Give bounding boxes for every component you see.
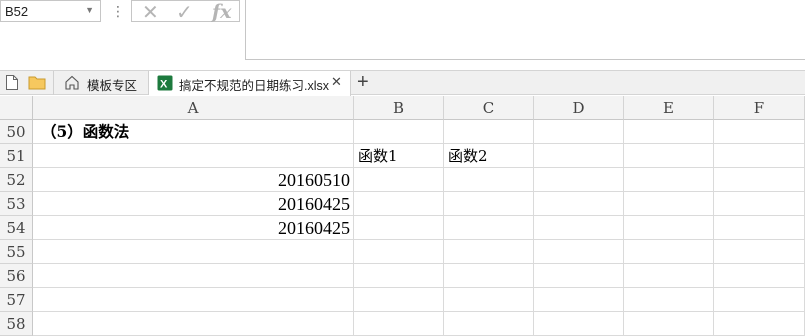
cell-e57[interactable] [624, 288, 714, 312]
formula-input[interactable] [245, 0, 805, 60]
cell-a54[interactable]: 20160425 [33, 216, 354, 240]
cell-d51[interactable] [534, 144, 624, 168]
row-header[interactable]: 54 [0, 216, 33, 240]
home-icon [65, 75, 79, 90]
select-all-corner[interactable] [0, 96, 33, 120]
cell-d50[interactable] [534, 120, 624, 144]
cell-e53[interactable] [624, 192, 714, 216]
row-header[interactable]: 57 [0, 288, 33, 312]
cell-f54[interactable] [714, 216, 805, 240]
column-header-a[interactable]: A [33, 96, 354, 120]
cell-b56[interactable] [354, 264, 444, 288]
row-header[interactable]: 51 [0, 144, 33, 168]
cell-e56[interactable] [624, 264, 714, 288]
tab-template-label: 模板专区 [87, 79, 138, 93]
cell-d54[interactable] [534, 216, 624, 240]
cell-d56[interactable] [534, 264, 624, 288]
cell-f50[interactable] [714, 120, 805, 144]
row-header[interactable]: 58 [0, 312, 33, 336]
formula-bar: B52 ▼ ⋮ ✕ ✓ fx [0, 0, 805, 64]
more-options-icon[interactable]: ⋮ [111, 2, 125, 20]
cancel-icon[interactable]: ✕ [142, 0, 159, 25]
cell-b54[interactable] [354, 216, 444, 240]
new-tab-icon[interactable]: + [357, 71, 369, 94]
name-box-dropdown-icon[interactable]: ▼ [85, 5, 94, 15]
column-header-b[interactable]: B [354, 96, 444, 120]
row-header[interactable]: 55 [0, 240, 33, 264]
tab-file-label: 搞定不规范的日期练习.xlsx [179, 79, 330, 93]
cell-c58[interactable] [444, 312, 534, 336]
cell-f58[interactable] [714, 312, 805, 336]
cell-b52[interactable] [354, 168, 444, 192]
cell-c56[interactable] [444, 264, 534, 288]
cell-c51[interactable]: 函数2 [444, 144, 534, 168]
cell-d57[interactable] [534, 288, 624, 312]
cell-c50[interactable] [444, 120, 534, 144]
cell-a53[interactable]: 20160425 [33, 192, 354, 216]
tab-active-workbook[interactable]: X 搞定不规范的日期练习.xlsx ✕ [149, 71, 351, 96]
cell-e51[interactable] [624, 144, 714, 168]
cell-f55[interactable] [714, 240, 805, 264]
cell-c57[interactable] [444, 288, 534, 312]
row-header[interactable]: 52 [0, 168, 33, 192]
cell-d53[interactable] [534, 192, 624, 216]
cell-c52[interactable] [444, 168, 534, 192]
column-header-c[interactable]: C [444, 96, 534, 120]
cell-d58[interactable] [534, 312, 624, 336]
cell-a55[interactable] [33, 240, 354, 264]
cell-f51[interactable] [714, 144, 805, 168]
cell-c53[interactable] [444, 192, 534, 216]
cell-a50[interactable]: （5）函数法 [33, 120, 354, 144]
cell-f57[interactable] [714, 288, 805, 312]
workbook-tab-bar: 模板专区 X 搞定不规范的日期练习.xlsx ✕ + [0, 70, 805, 96]
cell-b53[interactable] [354, 192, 444, 216]
cell-d52[interactable] [534, 168, 624, 192]
column-header-f[interactable]: F [714, 96, 805, 120]
cell-b51[interactable]: 函数1 [354, 144, 444, 168]
cell-e52[interactable] [624, 168, 714, 192]
cell-a57[interactable] [33, 288, 354, 312]
cell-f52[interactable] [714, 168, 805, 192]
cell-a52[interactable]: 20160510 [33, 168, 354, 192]
cell-f53[interactable] [714, 192, 805, 216]
cell-a56[interactable] [33, 264, 354, 288]
row-header[interactable]: 53 [0, 192, 33, 216]
new-document-icon[interactable] [5, 74, 19, 91]
row-header[interactable]: 50 [0, 120, 33, 144]
close-tab-icon[interactable]: ✕ [331, 74, 342, 90]
cell-c54[interactable] [444, 216, 534, 240]
cell-c55[interactable] [444, 240, 534, 264]
cell-d55[interactable] [534, 240, 624, 264]
name-box-value: B52 [5, 4, 29, 19]
open-folder-icon[interactable] [28, 75, 46, 90]
formula-buttons: ✕ ✓ fx [131, 0, 240, 25]
cell-b57[interactable] [354, 288, 444, 312]
cell-b55[interactable] [354, 240, 444, 264]
cell-e50[interactable] [624, 120, 714, 144]
cell-e58[interactable] [624, 312, 714, 336]
row-header[interactable]: 56 [0, 264, 33, 288]
column-header-e[interactable]: E [624, 96, 714, 120]
cell-f56[interactable] [714, 264, 805, 288]
cell-b58[interactable] [354, 312, 444, 336]
cell-e54[interactable] [624, 216, 714, 240]
cell-e55[interactable] [624, 240, 714, 264]
cell-b50[interactable] [354, 120, 444, 144]
enter-check-icon[interactable]: ✓ [176, 0, 193, 25]
cell-a58[interactable] [33, 312, 354, 336]
column-header-d[interactable]: D [534, 96, 624, 120]
insert-function-icon[interactable]: fx [212, 1, 232, 23]
tab-template-zone[interactable]: 模板专区 [53, 71, 149, 95]
name-box[interactable]: B52 ▼ [0, 0, 101, 22]
cell-a51[interactable] [33, 144, 354, 168]
excel-file-icon: X [157, 75, 173, 91]
svg-text:X: X [160, 79, 168, 91]
